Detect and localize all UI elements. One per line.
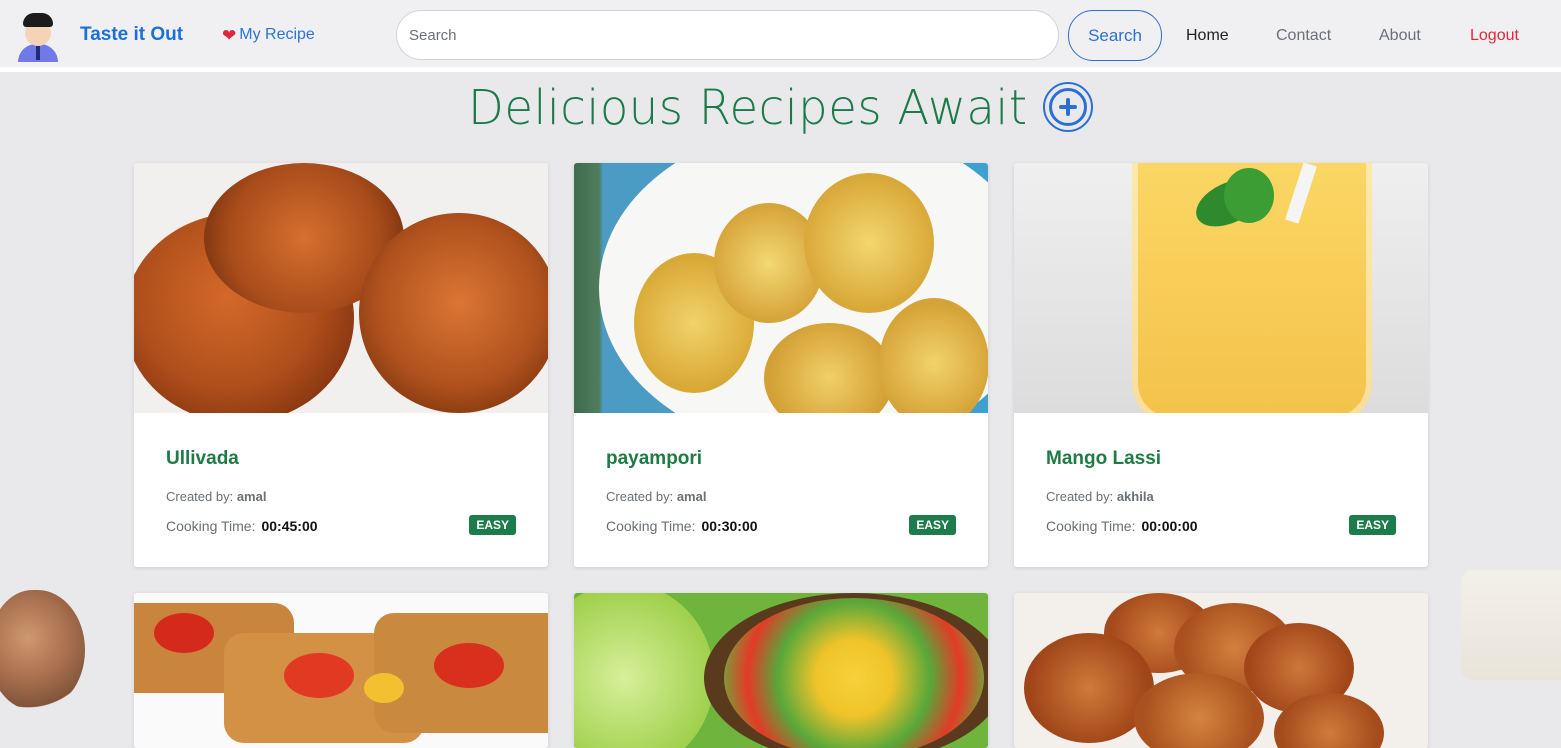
recipe-photo: [134, 593, 548, 748]
background-walnut-decoration: [0, 590, 85, 710]
search-button[interactable]: Search: [1068, 10, 1162, 61]
recipe-card[interactable]: Ullivada Created by: amal Cooking Time: 0…: [134, 163, 548, 567]
nav-contact-link[interactable]: Contact: [1276, 27, 1331, 45]
recipe-photo: [574, 593, 988, 748]
recipe-card[interactable]: payampori Created by: amal Cooking Time:…: [574, 163, 988, 567]
page-title: Delicious Recipes Await: [468, 80, 1028, 136]
recipe-photo: [1014, 163, 1428, 413]
recipe-card[interactable]: [1014, 593, 1428, 748]
recipe-photo: [574, 163, 988, 413]
recipe-card[interactable]: Mango Lassi Created by: akhila Cooking T…: [1014, 163, 1428, 567]
nav-home-link[interactable]: Home: [1186, 27, 1229, 45]
recipe-creator: Created by: amal: [166, 489, 267, 504]
recipe-card[interactable]: [574, 593, 988, 748]
recipe-cooking-time: Cooking Time: 00:45:00: [166, 518, 318, 534]
background-food-decoration: [1461, 570, 1561, 680]
difficulty-badge: EASY: [469, 515, 516, 535]
add-recipe-button[interactable]: [1043, 82, 1093, 132]
difficulty-badge: EASY: [1349, 515, 1396, 535]
brand-link[interactable]: Taste it Out: [80, 24, 183, 46]
search-input[interactable]: [396, 10, 1059, 60]
nav-about-link[interactable]: About: [1379, 27, 1421, 45]
recipe-title[interactable]: Ullivada: [166, 448, 239, 470]
recipe-title[interactable]: payampori: [606, 448, 702, 470]
my-recipe-link[interactable]: ❤ My Recipe: [222, 26, 315, 44]
heart-icon: ❤: [222, 25, 237, 45]
recipe-title[interactable]: Mango Lassi: [1046, 448, 1161, 470]
top-navbar: Taste it Out ❤ My Recipe Search Home Con…: [0, 0, 1561, 72]
chef-avatar-icon[interactable]: [16, 11, 60, 62]
recipe-photo: [134, 163, 548, 413]
nav-logout-link[interactable]: Logout: [1470, 27, 1519, 45]
recipe-photo: [1014, 593, 1428, 748]
recipe-creator: Created by: akhila: [1046, 489, 1154, 504]
recipe-creator: Created by: amal: [606, 489, 707, 504]
my-recipe-label: My Recipe: [239, 26, 315, 43]
recipe-cooking-time: Cooking Time: 00:00:00: [1046, 518, 1198, 534]
plus-circle-icon: [1049, 88, 1087, 126]
recipe-card[interactable]: [134, 593, 548, 748]
difficulty-badge: EASY: [909, 515, 956, 535]
recipe-cooking-time: Cooking Time: 00:30:00: [606, 518, 758, 534]
